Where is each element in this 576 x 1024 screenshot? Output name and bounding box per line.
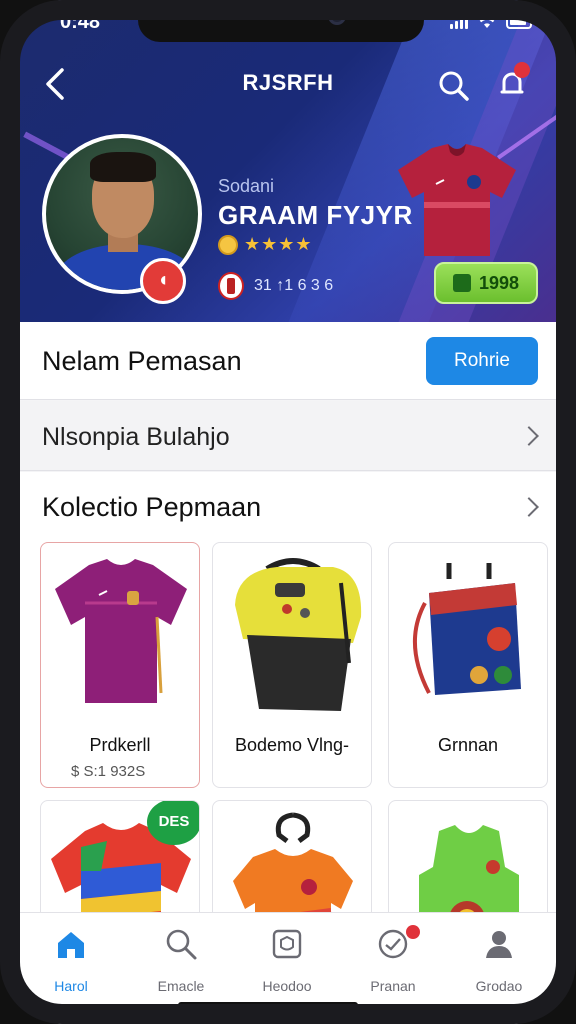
primary-action-button[interactable]: Rohrie xyxy=(426,337,538,385)
battery-icon xyxy=(506,15,532,29)
status-time: 0:48 xyxy=(60,11,101,33)
secondary-row[interactable]: Nlsonpia Bulahjo xyxy=(20,401,556,471)
jersey-image xyxy=(398,144,516,256)
tab-label: Harol xyxy=(54,978,88,994)
product-name: Grnnan xyxy=(437,735,499,755)
bag-image xyxy=(413,563,521,695)
status-bar: 0:48 xyxy=(20,0,556,44)
club-crest-icon xyxy=(218,272,244,300)
app-screen: 0:48 RJSRFH ◖ Sodani GRAAM FYJYR ★★★★ 31… xyxy=(20,0,556,1024)
product-card[interactable]: Prdkerll $ S:1 932S xyxy=(40,542,200,788)
home-icon xyxy=(58,932,84,958)
tab-profile[interactable]: Grodao xyxy=(454,927,544,994)
notification-badge xyxy=(514,62,530,78)
product-card[interactable]: Bodemo Vlng- xyxy=(212,542,372,788)
player-hero: 0:48 RJSRFH ◖ Sodani GRAAM FYJYR ★★★★ 31… xyxy=(20,0,556,322)
player-subtitle: Sodani xyxy=(218,176,275,196)
product-price: $ S:1 932S xyxy=(71,763,146,780)
tab-label: Emacle xyxy=(157,978,205,994)
main-section-header: Nelam Pemasan Rohrie xyxy=(20,322,556,400)
user-icon xyxy=(486,931,512,958)
product-name: Bodemo Vlng- xyxy=(234,735,350,755)
jersey-image xyxy=(55,559,187,703)
player-stats: 31 ↑1 6 3 6 xyxy=(218,272,333,300)
collection-title: Kolectio Pepmaan xyxy=(42,492,262,522)
main-section-title: Nelam Pemasan xyxy=(42,346,242,376)
rating-stars: ★★★★ xyxy=(244,234,313,254)
price-button[interactable]: 1998 xyxy=(434,262,538,304)
collection-more-icon[interactable] xyxy=(519,497,539,517)
player-name: GRAAM FYJYR xyxy=(218,200,413,230)
medal-icon xyxy=(218,234,238,255)
search-icon xyxy=(166,929,197,960)
home-indicator[interactable] xyxy=(178,1002,358,1008)
tab-label: Grodao xyxy=(475,978,523,994)
search-button[interactable] xyxy=(434,66,474,106)
activity-icon xyxy=(378,929,408,959)
club-badge-icon: ◖ xyxy=(140,258,186,304)
collection-section: Kolectio Pepmaan Prdkerll $ S:1 932S Bod… xyxy=(20,472,556,960)
tab-activity[interactable]: Pranan xyxy=(348,925,438,994)
backpack-image xyxy=(235,558,362,711)
signal-icon xyxy=(450,13,468,29)
product-card[interactable]: Grnnan xyxy=(388,542,548,788)
discount-badge: DES xyxy=(147,801,199,845)
wifi-icon xyxy=(476,13,498,28)
camera-notch xyxy=(138,0,424,42)
tab-home[interactable]: Harol xyxy=(26,927,116,994)
tab-search[interactable]: Emacle xyxy=(136,927,226,994)
notification-badge xyxy=(406,925,420,939)
shield-icon xyxy=(272,929,302,959)
secondary-row-title: Nlsonpia Bulahjo xyxy=(42,423,230,451)
page-title: RJSRFH xyxy=(242,70,334,95)
wallet-icon xyxy=(452,274,471,292)
player-rating: ★★★★ xyxy=(218,234,313,255)
tab-label: Pranan xyxy=(370,978,416,994)
product-name: Prdkerll xyxy=(89,735,151,755)
search-icon xyxy=(439,71,469,101)
price-button-label: 1998 xyxy=(478,272,520,293)
chevron-right-icon xyxy=(519,426,539,446)
tab-label: Heodoo xyxy=(262,978,312,994)
player-stats-text: 31 ↑1 6 3 6 xyxy=(254,277,334,294)
tab-orders[interactable]: Heodoo xyxy=(242,927,332,994)
status-icons xyxy=(450,13,532,29)
notifications-button[interactable] xyxy=(490,62,534,106)
